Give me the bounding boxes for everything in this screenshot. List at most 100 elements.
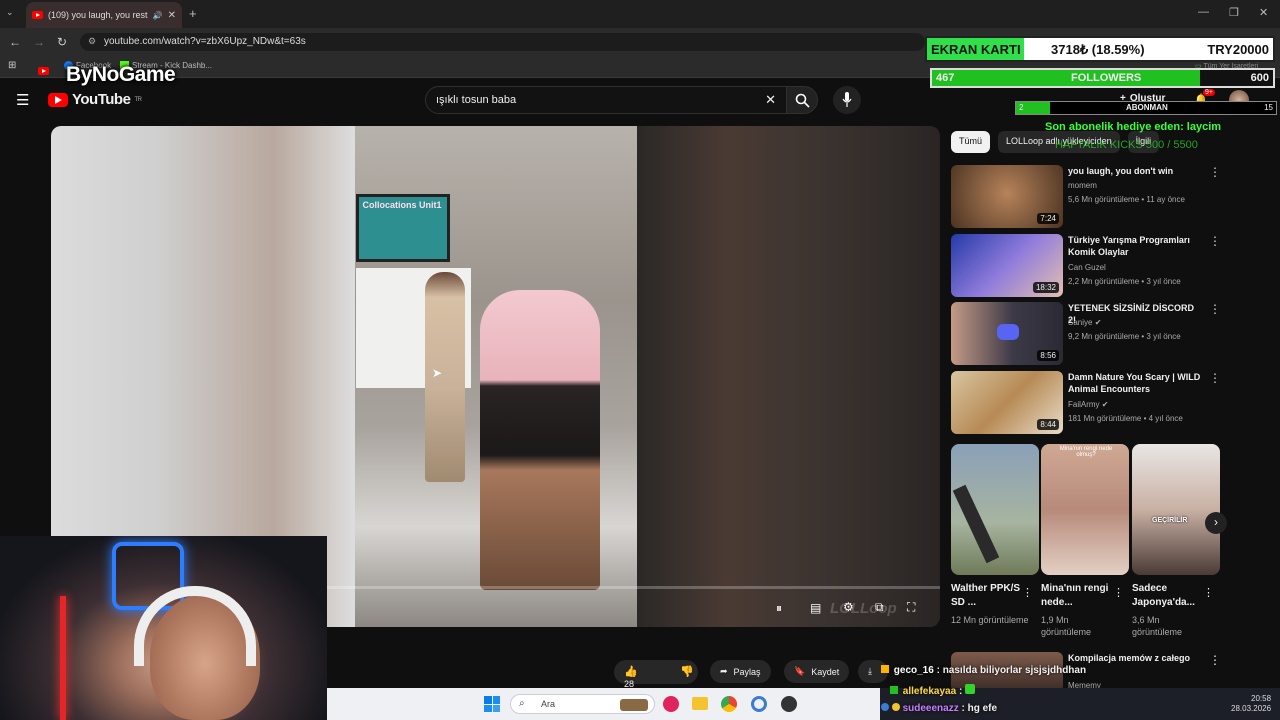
clock[interactable]: 20:58 28.03.2026 xyxy=(1231,694,1271,714)
chat-message: allefekayaa : xyxy=(890,684,976,697)
channel-name[interactable]: momem xyxy=(1068,181,1097,190)
window-close-icon[interactable]: ✕ xyxy=(1259,6,1268,19)
short-title[interactable]: Walther PPK/S SD ... xyxy=(951,582,1023,610)
duration-badge: 8:56 xyxy=(1037,350,1059,361)
search-button[interactable] xyxy=(786,86,818,114)
clock-date: 28.03.2026 xyxy=(1231,704,1272,713)
more-options-icon[interactable]: ⋮ xyxy=(1113,586,1124,599)
thumbnail[interactable]: 18:32 xyxy=(951,234,1063,297)
video-watermark: LOLLoop xyxy=(830,600,897,617)
more-options-icon[interactable]: ⋮ xyxy=(1209,371,1221,385)
channel-name-text: FailArmy xyxy=(1068,400,1100,409)
share-button[interactable]: ➦ Paylaş xyxy=(710,660,771,683)
obs-icon[interactable] xyxy=(781,696,797,712)
miniplayer-icon[interactable]: ⧉ xyxy=(875,600,884,615)
short-thumbnail[interactable] xyxy=(951,444,1039,575)
url-text: youtube.com/watch?v=zbX6Upz_NDw&t=63s xyxy=(104,36,306,47)
followers-label: FOLLOWERS xyxy=(1071,72,1142,84)
tab-close-icon[interactable]: ✕ xyxy=(168,10,176,21)
taskbar-search[interactable]: ⌕ Ara xyxy=(510,694,655,714)
recommendation-item[interactable]: 18:32 Türkiye Yarışma Programları Komik … xyxy=(951,234,1271,298)
more-options-icon[interactable]: ⋮ xyxy=(1209,165,1221,179)
short-overlay-text: GEÇİRİLİR xyxy=(1152,517,1188,524)
video-title[interactable]: you laugh, you don't win xyxy=(1068,165,1203,177)
video-meta: 2,2 Mn görüntüleme • 3 yıl önce xyxy=(1068,277,1181,286)
forward-icon[interactable]: → xyxy=(33,35,45,49)
thumbnail[interactable]: 8:56 xyxy=(951,302,1063,365)
more-options-icon[interactable]: ⋮ xyxy=(1209,234,1221,248)
thumbnail[interactable]: 7:24 xyxy=(951,165,1063,228)
menu-icon[interactable]: ☰ xyxy=(16,91,29,109)
start-icon[interactable] xyxy=(484,696,500,712)
taskbar-search-placeholder: Ara xyxy=(541,699,556,709)
tab-search-icon[interactable]: ⌄ xyxy=(6,7,14,18)
new-tab-icon[interactable]: + xyxy=(189,6,197,21)
url-bar[interactable]: ⚙ youtube.com/watch?v=zbX6Upz_NDw&t=63s xyxy=(80,33,925,51)
reload-icon[interactable]: ↻ xyxy=(57,35,67,49)
share-icon: ➦ xyxy=(720,666,728,676)
chevron-right-icon: › xyxy=(1214,515,1218,529)
short-title[interactable]: Mina'nın rengi nede... xyxy=(1041,582,1113,610)
video-meta: 181 Mn görüntüleme • 4 yıl önce xyxy=(1068,414,1183,423)
chat-text: hg efe xyxy=(967,703,998,714)
back-icon[interactable]: ← xyxy=(9,35,21,49)
app-icon-media[interactable] xyxy=(663,696,679,712)
pause-icon[interactable]: ⏸ xyxy=(776,601,782,616)
fullscreen-icon[interactable]: ⛶ xyxy=(907,600,915,615)
discord-icon xyxy=(997,324,1019,340)
chrome-icon[interactable] xyxy=(721,696,737,712)
short-meta: 1,9 Mn görüntüleme xyxy=(1041,615,1092,637)
more-options-icon[interactable]: ⋮ xyxy=(1022,586,1033,599)
video-title[interactable]: Türkiye Yarışma Programları Komik Olayla… xyxy=(1068,234,1203,258)
clear-search-icon[interactable]: ✕ xyxy=(765,92,776,108)
browser-tab[interactable]: (109) you laugh, you restart 🔊 ✕ xyxy=(26,2,182,28)
settings-gear-icon[interactable]: ⚙ xyxy=(843,600,854,614)
save-button[interactable]: 🔖 Kaydet xyxy=(784,660,850,683)
search-highlight-icon xyxy=(620,699,648,711)
sub-goal: 15 xyxy=(1264,103,1273,112)
save-label: Kaydet xyxy=(811,666,840,677)
short-title[interactable]: Sadece Japonya'da... xyxy=(1132,582,1204,610)
share-label: Paylaş xyxy=(733,666,761,677)
youtube-logo[interactable]: YouTube TR xyxy=(48,91,142,108)
channel-name[interactable]: Saniye ✔ xyxy=(1068,318,1101,327)
duration-badge: 18:32 xyxy=(1032,282,1059,293)
video-title[interactable]: Kompilacja memów z całego xyxy=(1068,653,1190,663)
file-explorer-icon[interactable] xyxy=(692,697,708,710)
video-title[interactable]: Damn Nature You Scary | WILD Animal Enco… xyxy=(1068,371,1203,395)
start-tile xyxy=(484,704,492,712)
recommendation-item[interactable]: 8:44 Damn Nature You Scary | WILD Animal… xyxy=(951,371,1271,435)
more-options-icon[interactable]: ⋮ xyxy=(1209,302,1221,316)
microphone-icon xyxy=(842,92,852,107)
sub-goal-widget: 2 ABONMAN 15 xyxy=(1015,101,1277,115)
chat-badge-icon xyxy=(881,703,889,711)
gpu-progress: 3718₺ (18.59%) xyxy=(1051,42,1145,57)
shorts-next-button[interactable]: › xyxy=(1205,512,1227,534)
thumbnail[interactable]: 8:44 xyxy=(951,371,1063,434)
search-query: ışıklı tosun baba xyxy=(436,94,517,106)
app-icon-settings[interactable] xyxy=(751,696,767,712)
region-code: TR xyxy=(134,96,142,103)
voice-search-button[interactable] xyxy=(833,86,861,114)
dislike-button[interactable]: 👎 xyxy=(680,665,694,678)
short-thumbnail[interactable]: Mina'nın rengi nede olmuş? xyxy=(1041,444,1129,575)
more-options-icon[interactable]: ⋮ xyxy=(1203,586,1214,599)
subtitles-icon[interactable]: ▤ xyxy=(810,601,821,615)
short-thumbnail[interactable]: GEÇİRİLİR xyxy=(1132,444,1220,575)
restore-icon[interactable]: ❐ xyxy=(1229,6,1239,19)
chat-message: sudeeenazz : hg efe xyxy=(881,703,997,714)
search-input[interactable]: ışıklı tosun baba ✕ xyxy=(425,86,787,114)
chip-all[interactable]: Tümü xyxy=(951,131,991,153)
chat-badge-icon xyxy=(890,686,898,694)
tab-audio-icon[interactable]: 🔊 xyxy=(153,11,163,20)
channel-name[interactable]: Can Guzel xyxy=(1068,263,1106,272)
more-options-icon[interactable]: ⋮ xyxy=(1209,653,1221,667)
channel-name[interactable]: FailArmy ✔ xyxy=(1068,400,1109,409)
site-info-icon[interactable]: ⚙ xyxy=(88,36,96,47)
youtube-bookmark-icon xyxy=(38,67,49,75)
recommendation-item[interactable]: 7:24 you laugh, you don't win momem 5,6 … xyxy=(951,165,1271,229)
minimize-icon[interactable]: — xyxy=(1198,6,1209,18)
apps-grid-icon[interactable]: ⊞ xyxy=(8,60,16,71)
recommendation-item[interactable]: 8:56 YETENEK SİZSİNİZ DİSCORD 2! Saniye … xyxy=(951,302,1271,366)
short-meta: 3,6 Mn görüntüleme xyxy=(1132,615,1183,637)
